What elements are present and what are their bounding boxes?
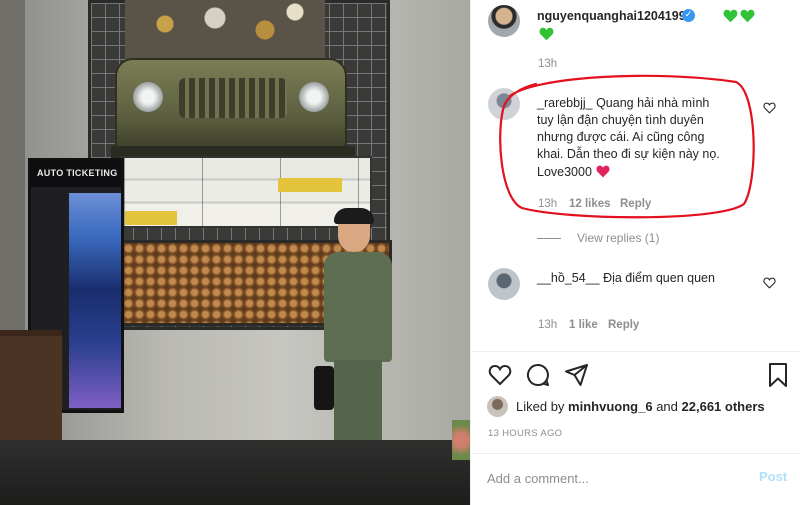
person-cap [334, 208, 374, 224]
section-divider [471, 453, 800, 454]
add-comment-input[interactable] [487, 469, 727, 487]
liked-by-joiner: and [656, 399, 678, 414]
comment-bubble-icon[interactable] [525, 362, 551, 388]
reply-button[interactable]: Reply [620, 198, 651, 210]
liked-by-prefix: Liked by [516, 399, 565, 414]
comment-text: _rarebbjj_ Quang hải nhà mình tuy lận đậ… [537, 95, 729, 181]
car-grille [179, 78, 287, 118]
section-divider [471, 351, 800, 352]
person-shirt [324, 252, 392, 362]
like-comment-icon[interactable] [763, 102, 776, 114]
verified-badge-icon: ✓ [682, 9, 695, 22]
liked-by-user[interactable]: minhvuong_6 [568, 399, 653, 414]
view-replies-button[interactable]: View replies (1) [537, 231, 659, 245]
share-plane-icon[interactable] [564, 362, 590, 388]
author-username[interactable]: nguyenquanghai12041997 [537, 9, 693, 23]
comment-likes[interactable]: 1 like [569, 319, 598, 331]
comment-likes[interactable]: 12 likes [569, 198, 611, 210]
person-bag [314, 366, 334, 410]
headlight-left [133, 82, 163, 112]
author-avatar[interactable] [488, 5, 520, 37]
vintage-car-front [111, 58, 355, 160]
commenter-avatar[interactable] [488, 268, 520, 300]
post-action-bar [487, 362, 793, 390]
kiosk-label: AUTO TICKETING [37, 168, 118, 178]
comment-username[interactable]: __hồ_54__ [537, 271, 600, 285]
liker-avatar [487, 396, 508, 417]
green-heart-icon [723, 9, 738, 23]
kiosk-banner: AUTO TICKETING [31, 161, 121, 187]
post-photo[interactable]: AUTO TICKETING [0, 0, 470, 505]
comment-time: 13h [538, 198, 558, 210]
yellow-plate [278, 178, 342, 192]
wooden-counter [0, 330, 62, 450]
red-heart-icon [596, 165, 610, 178]
bookmark-icon[interactable] [765, 362, 791, 388]
liked-by-count[interactable]: 22,661 others [682, 399, 765, 414]
like-comment-icon[interactable] [763, 277, 776, 289]
comment-text: __hồ_54__ Địa điểm quen quen [537, 270, 737, 287]
view-replies-label: View replies (1) [577, 231, 660, 245]
flower-pot [452, 420, 470, 460]
headlight-right [299, 82, 329, 112]
green-heart-icon [740, 9, 755, 23]
comment-body: Địa điểm quen quen [603, 271, 715, 285]
reply-button[interactable]: Reply [608, 319, 639, 331]
post-side-panel: nguyenquanghai12041997 ✓ 13h _rarebbjj_ … [470, 0, 800, 505]
liked-by-text: Liked by minhvuong_6 and 22,661 others [516, 399, 765, 414]
author-time: 13h [538, 58, 558, 70]
yellow-plate [125, 211, 177, 225]
comment-username[interactable]: _rarebbjj_ [537, 96, 593, 110]
kiosk-screen [69, 193, 121, 408]
post-timestamp: 13 HOURS AGO [488, 428, 563, 439]
green-heart-icon [539, 27, 554, 41]
post-comment-button[interactable]: Post [759, 469, 787, 484]
comment-time: 13h [538, 319, 558, 331]
floor [0, 440, 470, 505]
replies-line [537, 238, 561, 240]
like-heart-icon[interactable] [487, 362, 513, 388]
car-parts-collage [125, 0, 325, 60]
commenter-avatar[interactable] [488, 88, 520, 120]
